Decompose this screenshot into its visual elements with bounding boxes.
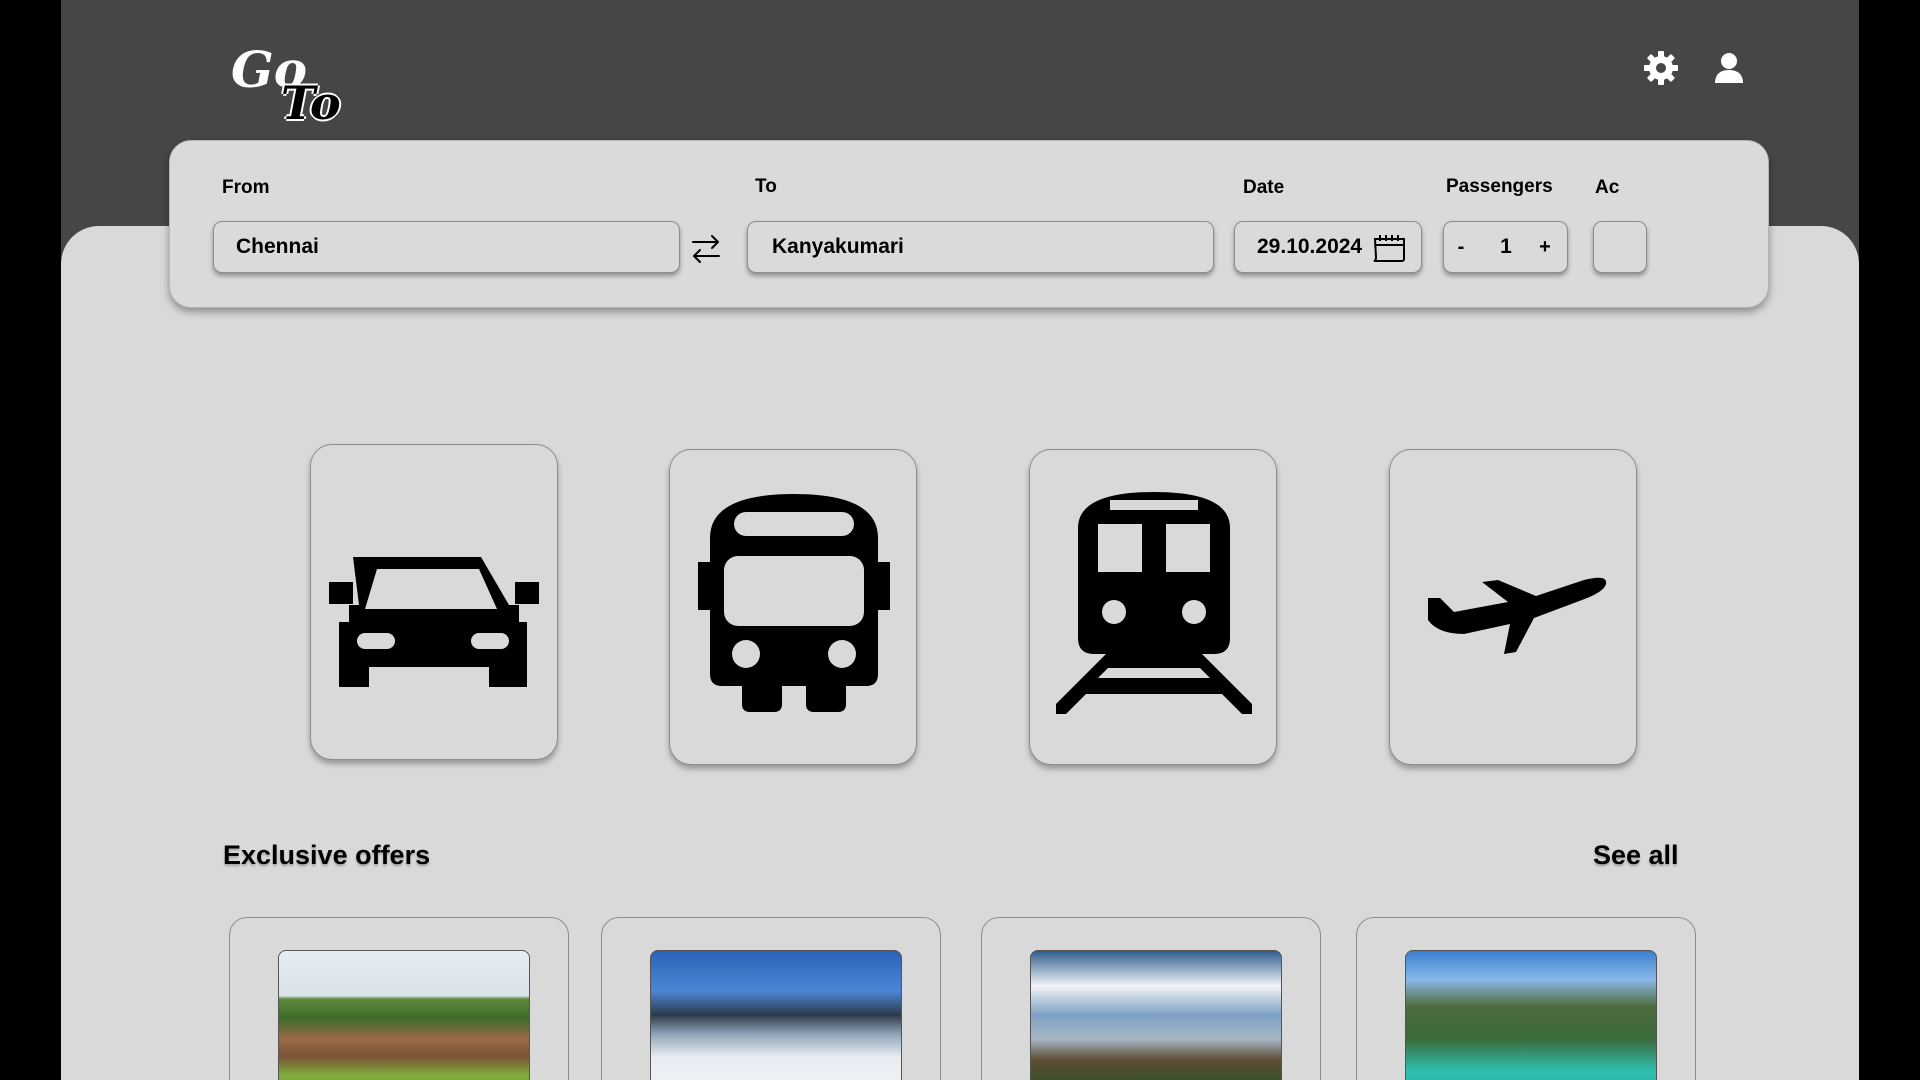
mode-train-card[interactable] xyxy=(1029,449,1277,765)
bus-icon xyxy=(698,494,890,712)
to-label: To xyxy=(755,176,777,197)
ancient-temple-ruins-photo xyxy=(278,950,530,1080)
increment-button[interactable]: + xyxy=(1534,236,1556,259)
app-frame: Go To Exclusive offers See all From Chen… xyxy=(61,0,1859,1080)
snowy-pagoda-hill-photo xyxy=(650,950,902,1080)
logo-word-to: To xyxy=(281,76,341,130)
airplane-icon xyxy=(1428,577,1607,654)
offer-card-1[interactable] xyxy=(229,917,569,1080)
car-icon xyxy=(329,557,539,687)
gear-icon[interactable] xyxy=(1643,50,1679,86)
train-icon xyxy=(1056,492,1252,714)
temple-reflection-lake-photo xyxy=(1030,950,1282,1080)
date-field[interactable]: 29.10.2024 xyxy=(1234,221,1422,273)
passengers-value: 1 xyxy=(1500,235,1512,258)
to-value: Kanyakumari xyxy=(772,235,904,258)
goto-logo[interactable]: Go To xyxy=(231,40,341,130)
mode-flight-card[interactable] xyxy=(1389,449,1637,765)
from-field[interactable]: Chennai xyxy=(213,221,680,273)
date-label: Date xyxy=(1243,177,1285,198)
calendar-icon[interactable] xyxy=(1371,229,1409,265)
date-value: 29.10.2024 xyxy=(1257,235,1363,258)
ac-toggle[interactable] xyxy=(1593,221,1647,273)
offers-title: Exclusive offers xyxy=(223,840,431,870)
tropical-lagoon-cliffs-photo xyxy=(1405,950,1657,1080)
offer-card-3[interactable] xyxy=(981,917,1321,1080)
user-icon[interactable] xyxy=(1711,50,1747,86)
decrement-button[interactable]: - xyxy=(1450,236,1472,259)
to-field[interactable]: Kanyakumari xyxy=(747,221,1214,273)
passengers-label: Passengers xyxy=(1446,176,1553,197)
from-value: Chennai xyxy=(236,235,319,258)
offer-card-4[interactable] xyxy=(1356,917,1696,1080)
mode-car-card[interactable] xyxy=(310,444,558,760)
swap-arrows-icon[interactable] xyxy=(690,231,722,267)
ac-label: Ac xyxy=(1595,177,1620,198)
see-all-link[interactable]: See all xyxy=(1593,840,1679,871)
from-label: From xyxy=(222,177,270,198)
search-panel: From Chennai To Kanyakumari Date 29.10.2… xyxy=(169,140,1769,308)
passengers-stepper[interactable]: - 1 + xyxy=(1443,221,1568,273)
mode-bus-card[interactable] xyxy=(669,449,917,765)
offer-card-2[interactable] xyxy=(601,917,941,1080)
